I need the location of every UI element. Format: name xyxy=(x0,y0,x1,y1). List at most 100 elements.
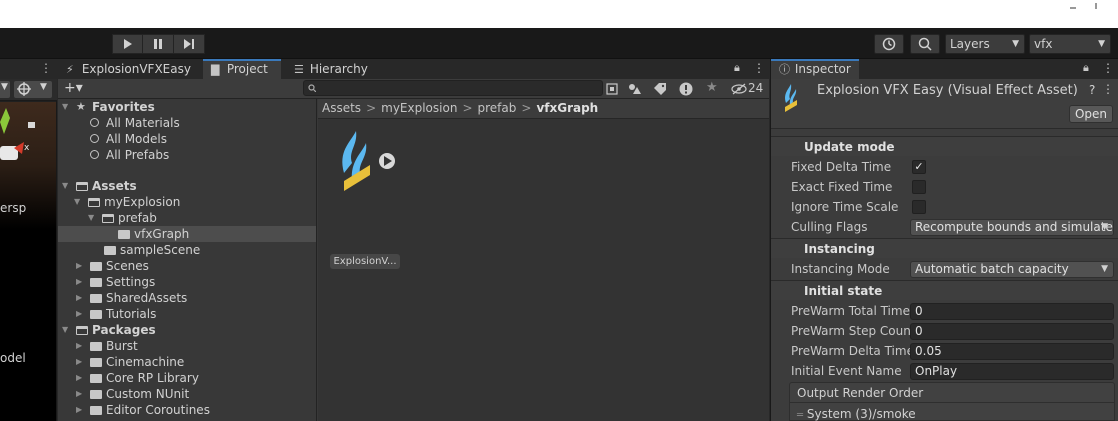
tree-item-burst[interactable]: ▶ Burst xyxy=(58,338,316,354)
tree-item-sharedassets[interactable]: ▶ SharedAssets xyxy=(58,290,316,306)
label-filter-icon[interactable] xyxy=(654,83,666,95)
chevron-down-icon: ▼ xyxy=(1101,222,1108,232)
ignore-time-scale-checkbox[interactable] xyxy=(912,200,926,214)
tree-item-prefab[interactable]: ▼ prefab xyxy=(58,210,316,226)
kebab-menu-icon[interactable]: ⋮ xyxy=(1102,61,1114,75)
tree-item-custom-nunit[interactable]: ▶ Custom NUnit xyxy=(58,386,316,402)
tree-item-myexplosion[interactable]: ▼ myExplosion xyxy=(58,194,316,210)
kebab-menu-icon[interactable]: ⋮ xyxy=(1102,82,1114,96)
lock-icon[interactable]: 🔒︎ xyxy=(1083,61,1089,75)
drag-handle-icon[interactable]: ═ xyxy=(797,410,803,421)
vfx-asset-icon xyxy=(785,84,797,112)
tree-item-all-models[interactable]: All Models xyxy=(58,131,316,147)
fold-arrow-icon[interactable]: ▶ xyxy=(76,306,82,322)
fold-arrow-icon[interactable]: ▶ xyxy=(76,274,82,290)
tree-item-cinemachine[interactable]: ▶ Cinemachine xyxy=(58,354,316,370)
tab-inspector[interactable]: ⓘ Inspector xyxy=(771,59,859,79)
fold-arrow-icon[interactable]: ▼ xyxy=(74,194,80,210)
tree-label: Packages xyxy=(92,323,156,337)
chevron-down-icon: ▼ xyxy=(40,82,47,92)
pause-button[interactable] xyxy=(143,34,174,54)
fold-arrow-icon[interactable]: ▶ xyxy=(76,354,82,370)
project-content-area: Assets > myExplosion > prefab > vfxGraph Explo… xyxy=(318,99,769,421)
tree-item-settings[interactable]: ▶ Settings xyxy=(58,274,316,290)
tree-label: Cinemachine xyxy=(106,355,185,369)
prop-label: Ignore Time Scale xyxy=(791,200,899,214)
open-button[interactable]: Open xyxy=(1069,105,1113,123)
tree-item-all-materials[interactable]: All Materials xyxy=(58,115,316,131)
fold-arrow-icon[interactable]: ▶ xyxy=(76,386,82,402)
history-button[interactable] xyxy=(874,34,904,54)
initial-event-name-field[interactable]: OnPlay xyxy=(910,363,1114,380)
hidden-packages-icon[interactable] xyxy=(731,83,747,95)
fixed-delta-time-checkbox[interactable]: ✓ xyxy=(912,160,926,174)
prewarm-step-count-field[interactable]: 0 xyxy=(910,323,1114,340)
fold-arrow-icon[interactable]: ▶ xyxy=(76,290,82,306)
breadcrumb-item[interactable]: Assets xyxy=(322,101,361,115)
search-button[interactable] xyxy=(910,34,940,54)
svg-text:x: x xyxy=(24,143,30,153)
list-item[interactable]: ═ System (3)/smoke xyxy=(790,404,1114,421)
breadcrumb-current[interactable]: vfxGraph xyxy=(536,101,598,115)
tree-item-scenes[interactable]: ▶ Scenes xyxy=(58,258,316,274)
tree-item-favorites[interactable]: ▼ ★ Favorites xyxy=(58,99,316,115)
prop-label: Exact Fixed Time xyxy=(791,180,893,194)
lock-icon[interactable]: 🔒︎ xyxy=(734,61,740,75)
filter-by-type-icon[interactable] xyxy=(628,83,642,95)
favorite-star-icon[interactable]: ★ xyxy=(706,80,718,95)
layers-dropdown[interactable]: Layers ▼ xyxy=(945,34,1025,54)
help-icon[interactable]: ? xyxy=(1089,83,1095,97)
folder-icon xyxy=(90,358,102,367)
kebab-menu-icon[interactable]: ⋮ xyxy=(40,61,52,75)
step-icon xyxy=(184,39,194,49)
layout-dropdown[interactable]: vfx ▼ xyxy=(1029,34,1111,54)
culling-flags-dropdown[interactable]: Recompute bounds and simulate ▼ xyxy=(910,219,1114,236)
tree-item-assets[interactable]: ▼ Assets xyxy=(58,178,316,194)
fold-arrow-icon[interactable]: ▶ xyxy=(76,370,82,386)
tree-item-all-prefabs[interactable]: All Prefabs xyxy=(58,147,316,163)
breadcrumb: Assets > myExplosion > prefab > vfxGraph xyxy=(318,99,769,119)
prewarm-total-time-field[interactable]: 0 xyxy=(910,303,1114,320)
instancing-mode-dropdown[interactable]: Automatic batch capacity ▼ xyxy=(910,261,1114,278)
fold-arrow-icon[interactable]: ▼ xyxy=(62,322,68,338)
tree-item-editor-coroutines[interactable]: ▶ Editor Coroutines xyxy=(58,402,316,418)
project-search-input[interactable] xyxy=(303,80,603,96)
fold-arrow-icon[interactable]: ▼ xyxy=(62,99,68,115)
search-by-type-icon[interactable] xyxy=(606,83,618,95)
create-button[interactable]: +▾ xyxy=(64,79,83,98)
scene-viewport[interactable]: x ersp odel xyxy=(0,102,56,421)
fold-arrow-icon[interactable]: ▶ xyxy=(76,402,82,418)
step-button[interactable] xyxy=(174,34,205,54)
tree-label: Favorites xyxy=(92,100,155,114)
tree-item-packages[interactable]: ▼ Packages xyxy=(58,322,316,338)
tree-item-vfxgraph[interactable]: vfxGraph xyxy=(58,226,316,242)
scene-toolbar: ▼ ▼ xyxy=(0,79,57,101)
play-button[interactable] xyxy=(112,34,143,54)
folder-icon xyxy=(90,374,102,383)
asset-tile-explosion-vfx[interactable] xyxy=(330,129,406,202)
fold-arrow-icon[interactable]: ▶ xyxy=(76,338,82,354)
draw-mode-dropdown[interactable]: ▼ xyxy=(0,81,10,98)
row-exact-fixed-time: Exact Fixed Time xyxy=(771,177,1118,197)
gizmo-dropdown[interactable]: ▼ xyxy=(14,81,52,98)
tab-hierarchy[interactable]: ☰ Hierarchy xyxy=(286,59,376,79)
kebab-menu-icon[interactable]: ⋮ xyxy=(753,61,765,75)
tree-item-core-rp-library[interactable]: ▶ Core RP Library xyxy=(58,370,316,386)
fold-arrow-icon[interactable]: ▶ xyxy=(76,258,82,274)
tab-explosion-vfx[interactable]: ⚡ ExplosionVFXEasy xyxy=(58,59,198,79)
breadcrumb-item[interactable]: prefab xyxy=(478,101,517,115)
folder-icon xyxy=(90,390,102,399)
exact-fixed-time-checkbox[interactable] xyxy=(912,180,926,194)
inspector-tab-bar: ⓘ Inspector 🔒︎ ⋮ xyxy=(771,59,1118,79)
fold-arrow-icon[interactable]: ▼ xyxy=(88,210,94,226)
warning-icon[interactable] xyxy=(679,82,693,96)
prewarm-delta-time-field[interactable]: 0.05 xyxy=(910,343,1114,360)
window-controls[interactable] xyxy=(1066,0,1106,10)
fold-arrow-icon[interactable]: ▼ xyxy=(62,178,68,194)
tree-item-samplescene[interactable]: sampleScene xyxy=(58,242,316,258)
breadcrumb-item[interactable]: myExplosion xyxy=(381,101,457,115)
minimize-maximize-icon[interactable] xyxy=(1066,2,1106,10)
project-panel: ⚡ ExplosionVFXEasy ▇ Project ☰ Hierarchy… xyxy=(58,59,769,421)
tab-project[interactable]: ▇ Project xyxy=(203,59,281,79)
tree-item-tutorials[interactable]: ▶ Tutorials xyxy=(58,306,316,322)
